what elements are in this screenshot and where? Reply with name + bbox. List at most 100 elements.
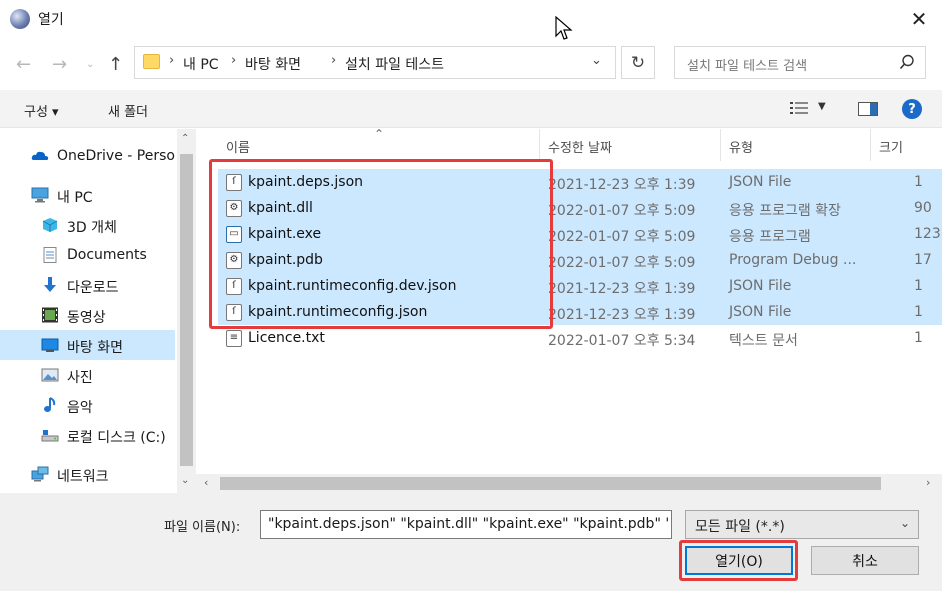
sidebar-item-onedrive[interactable]: OneDrive - Person xyxy=(0,141,175,171)
scroll-down-arrow-icon[interactable]: ⌄ xyxy=(181,475,189,486)
search-placeholder: 설치 파일 테스트 검색 xyxy=(687,59,808,74)
sidebar-item-label: 다운로드 xyxy=(67,280,119,296)
help-icon[interactable]: ? xyxy=(902,99,922,119)
address-dropdown-icon[interactable]: ⌄ xyxy=(591,53,602,68)
column-header-label: 이름 xyxy=(226,141,250,156)
dialog-footer xyxy=(0,493,942,591)
scrollbar-thumb[interactable] xyxy=(180,154,193,466)
sidebar-item-network[interactable]: 네트워크 xyxy=(0,459,175,489)
sidebar-item-label: 음악 xyxy=(67,400,93,416)
refresh-button[interactable]: ↻ xyxy=(621,46,655,79)
back-button[interactable]: ← xyxy=(16,54,31,75)
sidebar-item-this-pc[interactable]: 내 PC xyxy=(0,180,175,210)
new-folder-button[interactable]: 새 폴더 xyxy=(108,101,148,120)
column-header-label: 유형 xyxy=(729,141,753,156)
computer-icon xyxy=(31,187,49,203)
sidebar-item-downloads[interactable]: 다운로드 xyxy=(0,270,175,300)
desktop-icon xyxy=(41,338,59,352)
column-header-label: 크기 xyxy=(879,141,903,156)
highlight-box-selected-files xyxy=(209,159,553,329)
sidebar-item-label: 동영상 xyxy=(67,310,106,326)
breadcrumb-this-pc[interactable]: 내 PC xyxy=(183,54,219,74)
file-date: 2021-12-23 오후 1:39 xyxy=(548,307,696,323)
film-icon xyxy=(42,307,58,323)
organize-button[interactable]: 구성 ▾ xyxy=(24,101,59,120)
sidebar-item-3d-objects[interactable]: 3D 개체 xyxy=(0,210,175,240)
scroll-right-arrow-icon[interactable]: › xyxy=(926,476,930,489)
sidebar-item-label: 내 PC xyxy=(57,190,93,206)
sidebar-item-local-disk[interactable]: 로컬 디스크 (C:) xyxy=(0,420,175,450)
download-arrow-icon xyxy=(44,277,56,292)
up-button[interactable]: ↑ xyxy=(108,54,123,75)
column-header-size[interactable]: 크기 xyxy=(871,129,942,161)
sidebar-item-label: 바탕 화면 xyxy=(67,340,123,356)
document-icon xyxy=(43,247,57,263)
sidebar-item-desktop[interactable]: 바탕 화면 xyxy=(0,330,175,360)
cloud-icon xyxy=(31,151,49,160)
filename-label: 파일 이름(N): xyxy=(164,520,241,535)
horizontal-scrollbar[interactable]: ‹ › xyxy=(196,474,942,493)
sidebar-item-music[interactable]: 음악 xyxy=(0,390,175,420)
breadcrumb-separator[interactable]: › xyxy=(231,53,236,68)
navigation-pane: OneDrive - Person 내 PC 3D 개체 Documents 다… xyxy=(0,129,196,493)
forward-button[interactable]: → xyxy=(52,54,67,75)
title-bar: 열기 ✕ xyxy=(0,0,942,38)
file-type: 응용 프로그램 xyxy=(729,229,811,245)
breadcrumb-separator[interactable]: › xyxy=(169,53,174,68)
view-dropdown-icon[interactable]: ▼ xyxy=(818,101,826,112)
sidebar-scrollbar[interactable]: ⌃ ⌄ xyxy=(177,129,196,493)
sidebar-item-documents[interactable]: Documents xyxy=(0,240,175,270)
breadcrumb-current-folder[interactable]: 설치 파일 테스트 xyxy=(345,54,444,74)
filetype-select[interactable]: 모든 파일 (*.*) ⌄ xyxy=(685,510,919,539)
file-date: 2021-12-23 오후 1:39 xyxy=(548,281,696,297)
scrollbar-thumb[interactable] xyxy=(220,477,881,490)
breadcrumb-desktop[interactable]: 바탕 화면 xyxy=(245,54,301,74)
scroll-up-arrow-icon[interactable]: ⌃ xyxy=(181,133,189,144)
file-date: 2022-01-07 오후 5:34 xyxy=(548,333,696,349)
file-type: JSON File xyxy=(729,278,792,294)
column-header-type[interactable]: 유형 xyxy=(721,129,871,161)
file-size: 90 xyxy=(914,200,932,216)
search-icon xyxy=(899,54,914,70)
app-globe-icon xyxy=(10,9,30,29)
column-header-date[interactable]: 수정한 날짜 xyxy=(540,129,721,161)
address-bar[interactable]: › 내 PC › 바탕 화면 › 설치 파일 테스트 ⌄ xyxy=(134,46,616,79)
sidebar-item-label: 로컬 디스크 (C:) xyxy=(67,430,166,446)
breadcrumb-separator[interactable]: › xyxy=(331,53,336,68)
drive-icon xyxy=(41,430,59,442)
close-button[interactable]: ✕ xyxy=(896,0,942,38)
preview-pane-icon[interactable] xyxy=(858,102,878,116)
sidebar-item-videos[interactable]: 동영상 xyxy=(0,300,175,330)
file-type: 응용 프로그램 확장 xyxy=(729,203,841,219)
highlight-box-open-button xyxy=(679,540,798,581)
file-name: Licence.txt xyxy=(248,330,325,346)
scroll-left-arrow-icon[interactable]: ‹ xyxy=(204,476,208,489)
recent-locations-chevron-icon[interactable]: ⌄ xyxy=(86,59,94,70)
sidebar-item-label: 사진 xyxy=(67,370,93,386)
picture-icon xyxy=(41,368,59,382)
column-header-name[interactable]: 이름 xyxy=(218,129,540,161)
search-input[interactable]: 설치 파일 테스트 검색 xyxy=(674,46,926,79)
music-note-icon xyxy=(44,397,56,412)
sidebar-item-pictures[interactable]: 사진 xyxy=(0,360,175,390)
cancel-button[interactable]: 취소 xyxy=(811,546,919,575)
filename-input[interactable]: "kpaint.deps.json" "kpaint.dll" "kpaint.… xyxy=(260,510,672,539)
file-size: 1 xyxy=(914,278,923,294)
sidebar-item-label: OneDrive - Person xyxy=(57,148,175,164)
file-size: 123 xyxy=(914,226,941,242)
file-type: JSON File xyxy=(729,304,792,320)
file-type: Program Debug ... xyxy=(729,252,857,268)
file-date: 2022-01-07 오후 5:09 xyxy=(548,229,696,245)
filename-value: "kpaint.deps.json" "kpaint.dll" "kpaint.… xyxy=(268,516,668,532)
view-options-icon[interactable] xyxy=(790,101,810,115)
file-date: 2021-12-23 오후 1:39 xyxy=(548,177,696,193)
network-icon xyxy=(31,466,49,482)
file-size: 1 xyxy=(914,304,923,320)
file-size: 17 xyxy=(914,252,932,268)
file-date: 2022-01-07 오후 5:09 xyxy=(548,203,696,219)
file-type: JSON File xyxy=(729,174,792,190)
file-type: 텍스트 문서 xyxy=(729,333,798,349)
sidebar-item-label: Documents xyxy=(67,247,147,263)
sidebar-item-label: 3D 개체 xyxy=(67,220,117,236)
column-header-label: 수정한 날짜 xyxy=(548,141,612,156)
